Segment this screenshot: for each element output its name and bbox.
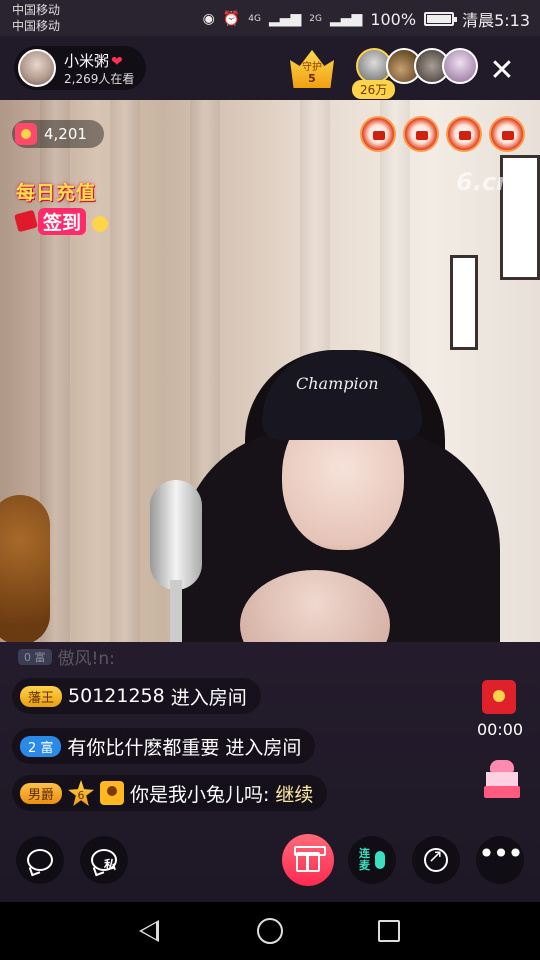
cake-base [484,786,520,798]
cake-top [490,760,514,772]
coin-counter[interactable]: 4,201 [12,120,104,148]
red-packet-timer: 00:00 [476,720,524,739]
level-star-icon: 6 [68,780,95,806]
alarm-icon: ⏰ [222,11,241,27]
chat-text: 继续 [275,783,314,806]
cake-gift-icon[interactable] [484,760,520,798]
carrier-1: 中国移动 [12,3,61,17]
chat-message[interactable]: 2 富 有你比什麽都重要 进入房间 [12,728,316,764]
chat-user[interactable]: 你是我小兔儿吗: [130,780,269,807]
location-icon: ◉ [202,11,215,27]
network-4g: 4G [248,14,261,24]
coin-icon [92,216,108,232]
status-bar: 中国移动 中国移动 ◉ ⏰ 4G ▂▄▆ 2G ▂▄▆ 100% 清晨5:13 [0,0,540,36]
host-avatar[interactable] [18,49,56,87]
more-dots-icon: ••• [478,836,524,870]
coin-value: 4,201 [44,125,87,143]
teddy-bear [0,495,50,642]
guard-count: 5 [308,72,316,85]
host-name-row: 小米粥 ❤ [64,50,123,71]
cake-mid [486,772,518,786]
private-chat-button[interactable]: 私 [80,836,128,884]
curtain [110,100,140,642]
chat-button[interactable] [16,836,64,884]
chat-text: 进入房间 [170,686,247,709]
back-icon[interactable] [136,918,162,944]
chat-faded-line: 0 富 傲风!n: [18,644,115,669]
chat-message[interactable]: 男爵 6 你是我小兔儿吗: 继续 [12,775,328,811]
battery-icon [424,12,458,26]
link-mic-button[interactable]: 连麦 [348,836,396,884]
coin-icon [15,123,37,145]
room-header: 小米粥 ❤ 2,269人在看 守护 5 26万 ✕ [0,36,540,100]
home-icon[interactable] [257,918,283,944]
signal-icon-2: ▂▄▆ [330,11,363,27]
viewer-count: 2,269人在看 [64,72,135,86]
network-2g: 2G [309,14,322,24]
rank-badge: 藩王 [20,685,63,707]
fan-badge-icon[interactable] [489,116,525,152]
recent-apps-icon[interactable] [378,920,400,942]
share-icon [424,846,448,872]
faded-text: 傲风!n: [57,649,115,669]
guard-badge[interactable]: 守护 5 [290,48,334,88]
fan-badge-icon[interactable] [403,116,439,152]
wealth-badge: 0 富 [18,648,52,665]
chat-message[interactable]: 藩王 50121258 进入房间 [12,678,261,714]
carrier-2: 中国移动 [12,19,61,33]
signal-icon: ▂▄▆ [268,11,302,27]
chat-bubble-icon [27,849,53,871]
daily-checkin-banner[interactable]: 每日充值 签到 [14,178,114,244]
gift-box-icon [294,846,326,872]
wealth-badge: 2 富 [20,735,62,757]
checkin-subtitle: 签到 [38,208,87,235]
vip-icon [100,781,125,805]
mic-stand [170,580,182,642]
share-button[interactable] [412,836,460,884]
fan-badge-icon[interactable] [360,116,396,152]
gift-icon [14,209,38,233]
link-mic-label: 连麦 [359,847,370,872]
red-packet-icon[interactable] [482,680,516,714]
more-button[interactable]: ••• [476,836,524,884]
fan-badge-icon[interactable] [446,116,482,152]
clock: 清晨5:13 [462,11,530,30]
system-nav-bar [0,902,540,960]
checkin-title: 每日充值 [16,182,97,204]
fan-avatar[interactable] [442,48,478,84]
wall-frame [450,255,478,350]
fan-badges [360,116,525,152]
rank-badge: 男爵 [20,782,63,804]
microphone [150,480,202,590]
chat-user[interactable]: 有你比什麽都重要 [67,733,219,760]
close-icon: ✕ [489,52,515,88]
chat-text: 进入房间 [225,736,302,759]
private-label: 私 [104,858,117,872]
battery-percent: 100% [370,9,417,29]
mic-icon [375,851,385,869]
close-button[interactable]: ✕ [482,50,522,90]
host-name: 小米粥 [64,52,110,70]
chat-user[interactable]: 50121258 [68,685,165,707]
live-video[interactable]: Champion 6.cn 4,201 每日充值 签到 [0,100,540,642]
status-icons: ◉ ⏰ 4G ▂▄▆ 2G ▂▄▆ 100% 清晨5:13 [203,7,530,31]
watermark: 6.cn [456,168,514,196]
cap-logo: Champion [296,374,379,393]
host-info[interactable]: 小米粥 ❤ 2,269人在看 [14,46,146,90]
battery-fill [427,15,452,23]
guard-label: 守护 [302,62,322,73]
heart-icon: ❤ [111,54,123,70]
fan-contribution: 26万 [352,80,396,99]
gift-button[interactable] [282,834,334,886]
